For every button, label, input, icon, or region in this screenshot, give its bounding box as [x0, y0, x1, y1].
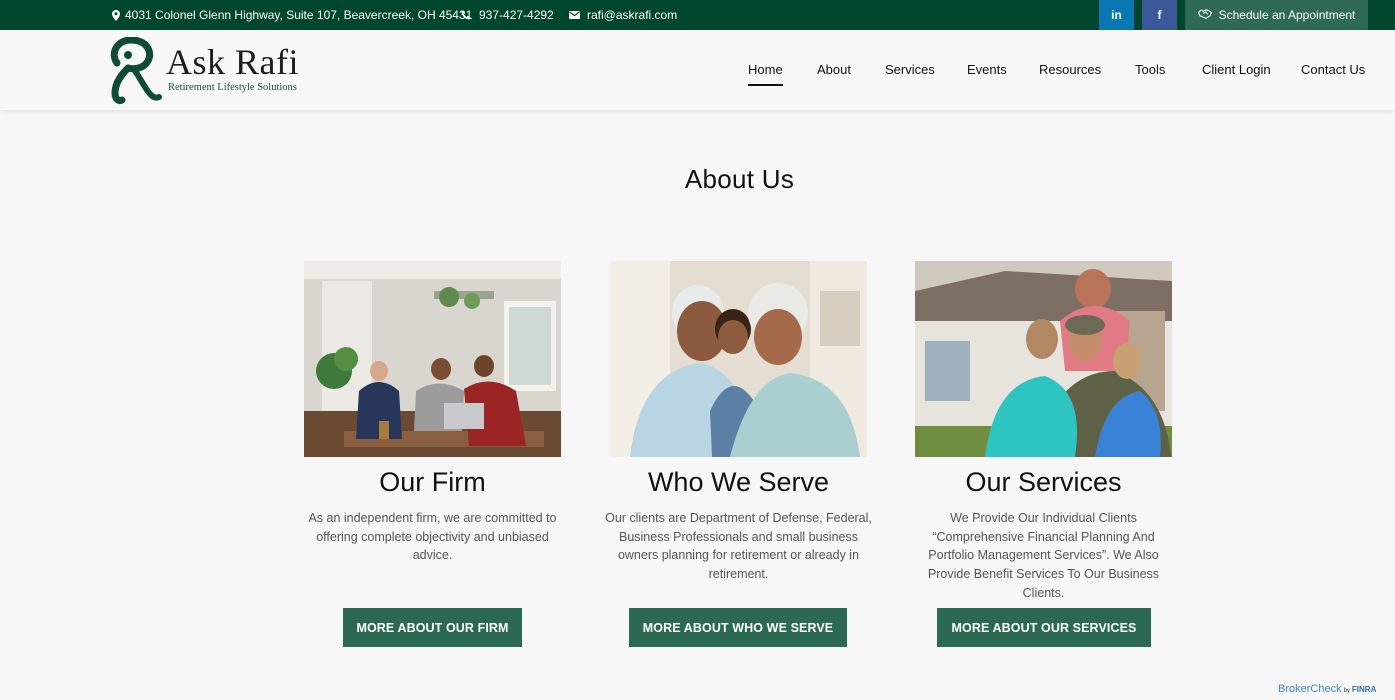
- address-text: 4031 Colonel Glenn Highway, Suite 107, B…: [125, 8, 473, 22]
- top-bar: 4031 Colonel Glenn Highway, Suite 107, B…: [0, 0, 1395, 30]
- site-header: Ask Rafi Retirement Lifestyle Solutions …: [0, 30, 1395, 110]
- finra-label: FINRA: [1351, 685, 1377, 694]
- brand-tagline: Retirement Lifestyle Solutions: [168, 82, 297, 93]
- card-title-who-we-serve: Who We Serve: [647, 467, 830, 497]
- card-who-we-serve: Who We Serve Our clients are Department …: [605, 261, 872, 647]
- nav-home[interactable]: Home: [748, 30, 783, 110]
- more-about-our-firm-button[interactable]: MORE ABOUT OUR FIRM: [343, 608, 522, 647]
- card-title-our-firm: Our Firm: [379, 467, 486, 497]
- card-text-our-firm: As an independent firm, we are committed…: [308, 511, 557, 563]
- brand-name: Ask Rafi: [166, 42, 299, 82]
- nav-resources[interactable]: Resources: [1039, 30, 1101, 110]
- nav-client-login[interactable]: Client Login: [1202, 30, 1271, 110]
- nav-tools[interactable]: Tools: [1135, 30, 1165, 110]
- phone-icon: [461, 10, 471, 20]
- envelope-icon: [569, 11, 580, 19]
- appointment-label: Schedule an Appointment: [1218, 8, 1356, 22]
- linkedin-button[interactable]: in: [1099, 0, 1134, 30]
- nav-about[interactable]: About: [817, 30, 851, 110]
- facebook-button[interactable]: f: [1142, 0, 1177, 30]
- map-marker-icon: [112, 9, 120, 21]
- nav-events[interactable]: Events: [967, 30, 1007, 110]
- phone-info[interactable]: 937-427-4292: [461, 0, 554, 30]
- more-about-who-we-serve-button[interactable]: MORE ABOUT WHO WE SERVE: [629, 608, 847, 647]
- page-title: About Us: [684, 164, 795, 194]
- military-family-photo: [915, 261, 1172, 457]
- logo-r-icon: [110, 37, 162, 105]
- brokercheck-label: BrokerCheck: [1278, 683, 1342, 695]
- phone-text: 937-427-4292: [479, 8, 554, 22]
- nav-contact-us[interactable]: Contact Us: [1301, 30, 1365, 110]
- firm-meeting-photo: [304, 261, 561, 457]
- brokercheck-badge[interactable]: BrokerCheck by FINRA: [1278, 683, 1376, 695]
- address-info: 4031 Colonel Glenn Highway, Suite 107, B…: [112, 0, 472, 30]
- nav-services[interactable]: Services: [885, 30, 935, 110]
- card-our-firm: Our Firm As an independent firm, we are …: [304, 261, 561, 647]
- email-text: rafi@askrafi.com: [587, 8, 678, 22]
- more-about-our-services-button[interactable]: MORE ABOUT OUR SERVICES: [937, 608, 1151, 647]
- card-our-services: Our Services We Provide Our Individual C…: [915, 261, 1172, 647]
- family-selfie-photo: [610, 261, 867, 457]
- logo[interactable]: Ask Rafi Retirement Lifestyle Solutions: [107, 37, 307, 105]
- handshake-icon: [1197, 8, 1212, 22]
- card-title-our-services: Our Services: [965, 467, 1122, 497]
- email-info[interactable]: rafi@askrafi.com: [569, 0, 677, 30]
- card-text-our-services: We Provide Our Individual Clients “Compr…: [927, 511, 1160, 600]
- schedule-appointment-button[interactable]: Schedule an Appointment: [1185, 0, 1368, 30]
- card-text-who-we-serve: Our clients are Department of Defense, F…: [605, 511, 872, 582]
- brokercheck-by: by: [1343, 688, 1350, 694]
